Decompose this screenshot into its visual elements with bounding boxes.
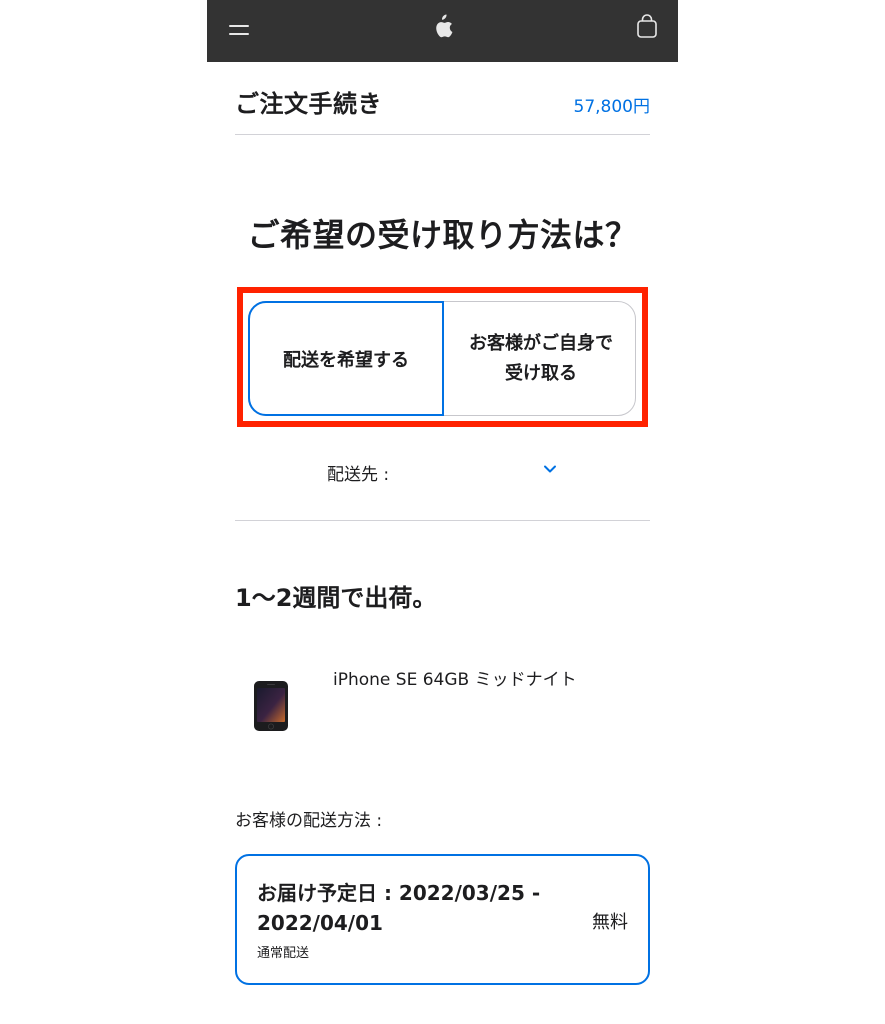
option-pickup-label: お客様がご自身で受け取る <box>469 332 613 384</box>
delivery-method-label: お客様の配送方法 : <box>235 811 383 831</box>
shopping-bag-icon[interactable] <box>636 13 658 39</box>
delivery-type: 通常配送 <box>257 946 310 961</box>
option-pickup-button[interactable]: お客様がご自身で受け取る <box>445 302 637 415</box>
chevron-down-icon[interactable] <box>543 464 557 474</box>
fulfillment-options: 配送を希望する お客様がご自身で受け取る <box>248 301 636 416</box>
order-total[interactable]: 57,800円 <box>574 92 650 117</box>
shipping-time-heading: 1〜2週間で出荷。 <box>235 584 437 612</box>
delivery-date: お届け予定日 : 2022/03/25 - 2022/04/01 <box>257 881 541 935</box>
delivery-option-card[interactable]: お届け予定日 : 2022/03/25 - 2022/04/01 通常配送 無料 <box>235 854 650 985</box>
page-title: ご注文手続き <box>235 90 382 118</box>
iphone-product-image <box>254 681 288 731</box>
hamburger-menu-icon[interactable] <box>229 20 249 36</box>
phone-screen: ご注文手続き 57,800円 ご希望の受け取り方法は？ 配送を希望する お客様が… <box>207 0 678 1024</box>
ship-to-label: 配送先 : <box>327 465 390 485</box>
delivery-price: 無料 <box>592 912 628 933</box>
pickup-method-question: ご希望の受け取り方法は？ <box>247 216 638 254</box>
ship-to-row[interactable]: 配送先 : <box>235 444 650 521</box>
order-summary-header: ご注文手続き 57,800円 <box>235 82 650 135</box>
product-name: iPhone SE 64GB ミッドナイト <box>333 670 577 690</box>
top-navbar <box>207 0 678 62</box>
apple-logo-icon[interactable] <box>430 13 454 41</box>
option-delivery-button[interactable]: 配送を希望する <box>248 301 444 416</box>
